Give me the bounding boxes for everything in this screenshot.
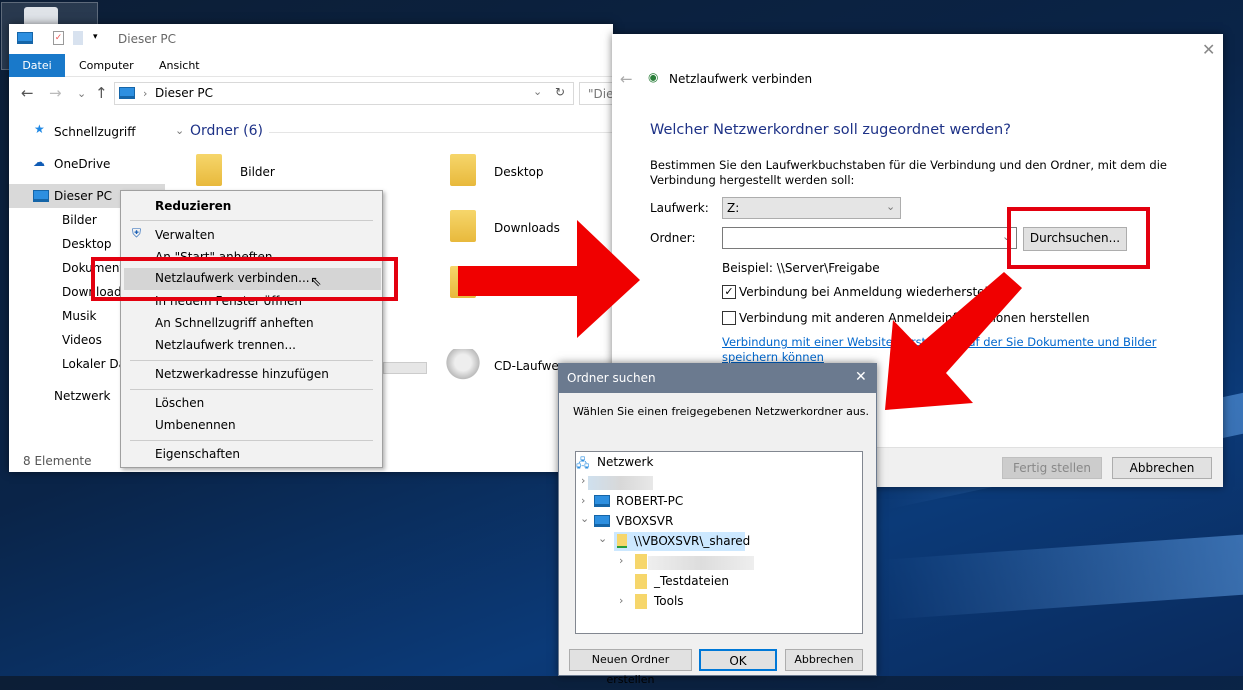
tree-vboxsvr[interactable]: VBOXSVR bbox=[616, 514, 673, 528]
browse-folder-dialog: Ordner suchen ✕ Wählen Sie einen freigeg… bbox=[558, 363, 877, 686]
network-share-icon bbox=[617, 534, 627, 548]
tree-blurred-item[interactable] bbox=[648, 556, 754, 570]
computer-icon bbox=[594, 515, 610, 527]
browse-prompt: Wählen Sie einen freigegebenen Netzwerko… bbox=[573, 405, 870, 418]
tree-netzwerk[interactable]: Netzwerk bbox=[597, 455, 653, 469]
tree-blurred-item[interactable] bbox=[588, 476, 653, 490]
expand-icon[interactable]: › bbox=[619, 594, 623, 607]
network-icon: 🖧 bbox=[576, 456, 590, 470]
tree-robert-pc[interactable]: ROBERT-PC bbox=[616, 494, 683, 508]
collapse-icon[interactable]: ⌄ bbox=[598, 532, 607, 545]
red-arrow-right-icon bbox=[458, 220, 640, 338]
collapse-icon[interactable]: ⌄ bbox=[580, 512, 589, 525]
expand-icon[interactable]: › bbox=[619, 554, 623, 567]
folder-tree[interactable]: 🖧 Netzwerk › › ROBERT-PC ⌄ VBOXSVR ⌄ \\V… bbox=[575, 451, 863, 634]
folder-icon bbox=[635, 574, 647, 589]
expand-icon[interactable]: › bbox=[581, 474, 585, 487]
tree-share-selected[interactable]: \\VBOXSVR\_shared bbox=[614, 532, 750, 551]
close-icon[interactable]: ✕ bbox=[855, 369, 867, 385]
folder-icon bbox=[635, 594, 647, 609]
browse-title-bar: Ordner suchen ✕ bbox=[559, 364, 876, 393]
ok-button[interactable]: OK bbox=[699, 649, 777, 671]
expand-icon[interactable]: › bbox=[581, 494, 585, 507]
red-arrow-down-left-icon bbox=[885, 272, 1022, 410]
folder-icon bbox=[635, 554, 647, 569]
cancel-button[interactable]: Abbrechen bbox=[785, 649, 863, 671]
tree-testdateien[interactable]: _Testdateien bbox=[654, 574, 729, 588]
computer-icon bbox=[594, 495, 610, 507]
new-folder-button[interactable]: Neuen Ordner erstellen bbox=[569, 649, 692, 686]
tree-tools[interactable]: Tools bbox=[654, 594, 684, 608]
